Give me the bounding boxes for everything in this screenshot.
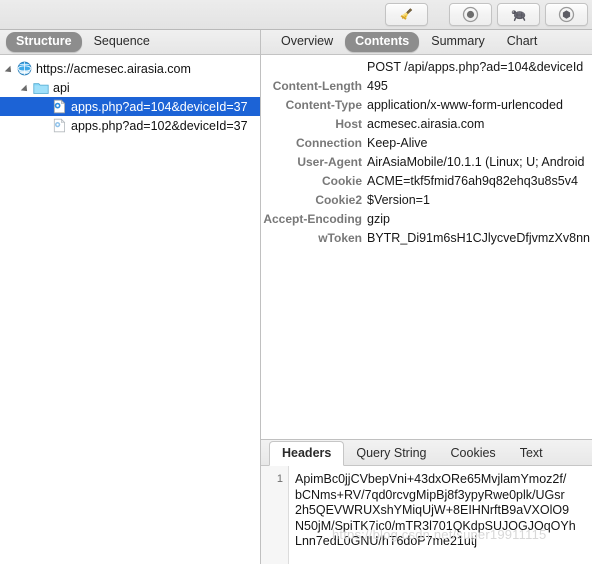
body-tabbar: Headers Query String Cookies Text <box>261 440 592 466</box>
tab-text[interactable]: Text <box>508 442 555 465</box>
header-name: Cookie <box>321 174 362 188</box>
record-circle-icon <box>462 6 479 23</box>
tree-item-label: apps.php?ad=102&deviceId=37 <box>71 118 248 133</box>
header-name: Accept-Encoding <box>263 212 362 226</box>
header-name: User-Agent <box>297 155 362 169</box>
header-row: Cookie2 $Version=1 <box>261 193 592 212</box>
header-name: Content-Type <box>285 98 362 112</box>
tab-summary[interactable]: Summary <box>421 32 494 52</box>
header-value: acmesec.airasia.com <box>367 117 485 131</box>
tree-item-folder-api[interactable]: api <box>0 78 260 97</box>
header-value: application/x-www-form-urlencoded <box>367 98 563 112</box>
line-number: 1 <box>276 473 283 485</box>
document-gray-icon <box>52 118 67 133</box>
tree-item-request-104[interactable]: apps.php?ad=104&deviceId=37 <box>0 97 260 116</box>
tree-item-host[interactable]: https://acmesec.airasia.com <box>0 59 260 78</box>
tree-item-request-102[interactable]: apps.php?ad=102&deviceId=37 <box>0 116 260 135</box>
body-panel: Headers Query String Cookies Text 1 Apim… <box>261 439 592 564</box>
line-number-gutter: 1 <box>261 466 289 564</box>
record-button[interactable] <box>449 3 492 26</box>
tab-sequence[interactable]: Sequence <box>84 32 160 52</box>
header-value: gzip <box>367 212 390 226</box>
header-value: POST /api/apps.php?ad=104&deviceId <box>367 60 584 74</box>
tab-headers[interactable]: Headers <box>269 441 345 466</box>
header-row: Cookie ACME=tkf5fmid76ah9q82ehq3u8s5v4 <box>261 174 592 193</box>
header-value: BYTR_Di91m6sH1CJlycveDfjvmzXv8nn <box>367 231 590 245</box>
header-value: AirAsiaMobile/10.1.1 (Linux; U; Android <box>367 155 585 169</box>
header-row: Content-Length 495 <box>261 79 592 98</box>
headers-table: POST /api/apps.php?ad=104&deviceId Conte… <box>261 56 592 439</box>
header-name: Host <box>335 117 362 131</box>
charles-proxy-window: Structure Sequence https://acmesec.airas… <box>0 0 592 564</box>
header-value: 495 <box>367 79 388 93</box>
throttle-button[interactable] <box>497 3 540 26</box>
header-row: User-Agent AirAsiaMobile/10.1.1 (Linux; … <box>261 155 592 174</box>
header-row: Host acmesec.airasia.com <box>261 117 592 136</box>
turtle-icon <box>511 10 525 22</box>
header-value: $Version=1 <box>367 193 430 207</box>
tab-cookies[interactable]: Cookies <box>439 442 508 465</box>
header-value: ACME=tkf5fmid76ah9q82ehq3u8s5v4 <box>367 174 578 188</box>
tree-item-label: api <box>53 80 70 95</box>
tab-chart[interactable]: Chart <box>497 32 548 52</box>
tree-item-label: apps.php?ad=104&deviceId=37 <box>71 99 248 114</box>
tab-contents[interactable]: Contents <box>345 32 420 52</box>
header-name: Content-Length <box>272 79 362 93</box>
right-pane: Overview Contents Summary Chart POST /ap… <box>261 30 592 564</box>
structure-sequence-tabbar: Structure Sequence <box>0 30 260 55</box>
header-name: Connection <box>296 136 362 150</box>
session-tree: https://acmesec.airasia.com api apps.php… <box>0 55 260 135</box>
document-blue-icon <box>52 99 67 114</box>
disclosure-triangle-icon[interactable] <box>4 62 17 75</box>
header-row-request-line: POST /api/apps.php?ad=104&deviceId <box>261 60 592 79</box>
header-row: Accept-Encoding gzip <box>261 212 592 231</box>
body-text-view[interactable]: 1 ApimBc0jjCVbepVni+43dxORe65MvjlamYmoz2… <box>261 466 592 564</box>
tab-query-string[interactable]: Query String <box>344 442 438 465</box>
globe-icon <box>17 61 32 76</box>
header-name: Cookie2 <box>315 193 362 207</box>
detail-tabbar: Overview Contents Summary Chart <box>261 30 592 55</box>
header-name: wToken <box>318 231 362 245</box>
header-value: Keep-Alive <box>367 136 428 150</box>
tab-structure[interactable]: Structure <box>6 32 82 52</box>
disclosure-triangle-icon[interactable] <box>20 81 33 94</box>
main-toolbar <box>0 0 592 30</box>
clear-session-button[interactable] <box>385 3 428 26</box>
breakpoints-button[interactable] <box>545 3 588 26</box>
left-pane: Structure Sequence https://acmesec.airas… <box>0 30 260 564</box>
hexagon-stop-icon <box>558 6 575 23</box>
header-row: Content-Type application/x-www-form-urle… <box>261 98 592 117</box>
header-row: wToken BYTR_Di91m6sH1CJlycveDfjvmzXv8nn <box>261 231 592 250</box>
header-row: Connection Keep-Alive <box>261 136 592 155</box>
tab-overview[interactable]: Overview <box>271 32 343 52</box>
body-content: ApimBc0jjCVbepVni+43dxORe65MvjlamYmoz2f/… <box>295 472 576 548</box>
broom-icon <box>400 8 413 20</box>
tree-item-label: https://acmesec.airasia.com <box>36 61 191 76</box>
folder-icon <box>33 81 49 95</box>
